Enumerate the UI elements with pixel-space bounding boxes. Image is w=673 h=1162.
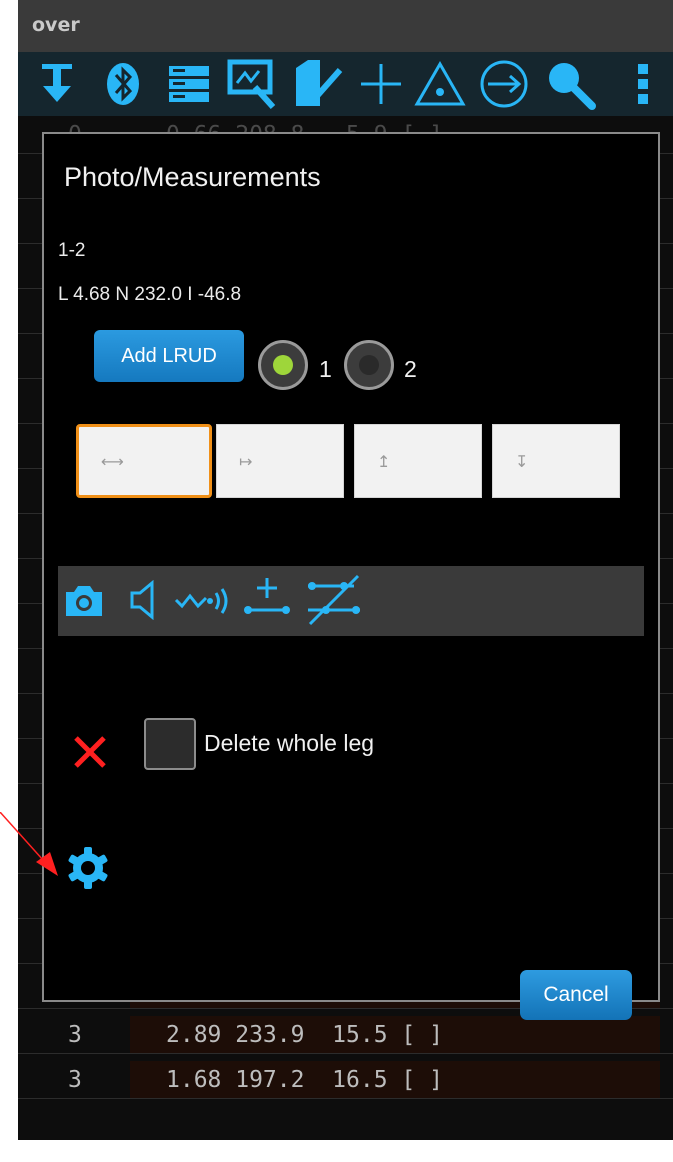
camera-icon[interactable] xyxy=(64,582,104,622)
toolbar xyxy=(18,52,673,116)
app-title: over xyxy=(32,14,80,36)
left-input[interactable]: ⟷ xyxy=(76,424,212,498)
row-from: 3 xyxy=(68,1022,82,1048)
gear-icon[interactable] xyxy=(66,846,110,894)
row-divider xyxy=(18,1053,673,1054)
radio-label-2: 2 xyxy=(404,356,417,382)
add-icon[interactable] xyxy=(356,52,406,116)
note-icon[interactable] xyxy=(290,52,350,116)
search-icon[interactable] xyxy=(540,52,600,116)
forward-icon[interactable] xyxy=(476,52,532,116)
radio-selected-dot xyxy=(273,355,293,375)
row-data: 1.68 197.2 16.5 [ ] xyxy=(166,1067,443,1093)
right-input[interactable]: ↦ xyxy=(216,424,344,498)
down-input[interactable]: ↧ xyxy=(492,424,620,498)
row-divider xyxy=(18,1098,673,1099)
close-icon[interactable] xyxy=(72,734,108,774)
split-icon[interactable] xyxy=(304,572,364,632)
up-input[interactable]: ↥ xyxy=(354,424,482,498)
delete-leg-label: Delete whole leg xyxy=(204,730,375,756)
delete-leg-checkbox[interactable] xyxy=(144,718,196,770)
table-row[interactable]: 3 2.89 233.9 15.5 [ ] xyxy=(18,1016,673,1054)
audio-icon[interactable] xyxy=(128,579,162,624)
sensor-icon[interactable] xyxy=(174,584,230,622)
radio-label-1: 1 xyxy=(319,356,332,382)
radio-empty-dot xyxy=(359,355,379,375)
row-data: 2.89 233.9 15.5 [ ] xyxy=(166,1022,443,1048)
leg-name: 1-2 xyxy=(58,240,86,261)
radio-option-2[interactable] xyxy=(344,340,394,390)
download-icon[interactable] xyxy=(32,52,82,116)
annotation-arrow xyxy=(0,812,58,876)
list-icon[interactable] xyxy=(162,52,216,116)
app-screen: over 00.66 208.8 xyxy=(18,0,673,1140)
title-bar: over xyxy=(18,0,673,52)
leg-values: L 4.68 N 232.0 I -46.8 xyxy=(58,284,242,305)
photo-measurements-dialog: Photo/Measurements 1-2 L 4.68 N 232.0 I … xyxy=(42,132,660,1020)
add-lrud-button[interactable]: Add LRUD xyxy=(94,330,244,382)
sketch-icon[interactable] xyxy=(224,52,284,116)
radio-option-1[interactable] xyxy=(258,340,308,390)
dialog-title: Photo/Measurements xyxy=(64,162,321,192)
bluetooth-icon[interactable] xyxy=(98,52,148,116)
cancel-button[interactable]: Cancel xyxy=(520,970,632,1020)
menu-icon[interactable] xyxy=(628,52,658,116)
add-station-icon[interactable] xyxy=(242,574,292,628)
table-row[interactable]: 3 1.68 197.2 16.5 [ ] xyxy=(18,1061,673,1099)
action-icon-bar xyxy=(58,566,644,636)
row-from: 3 xyxy=(68,1067,82,1093)
triangle-icon[interactable] xyxy=(412,52,468,116)
